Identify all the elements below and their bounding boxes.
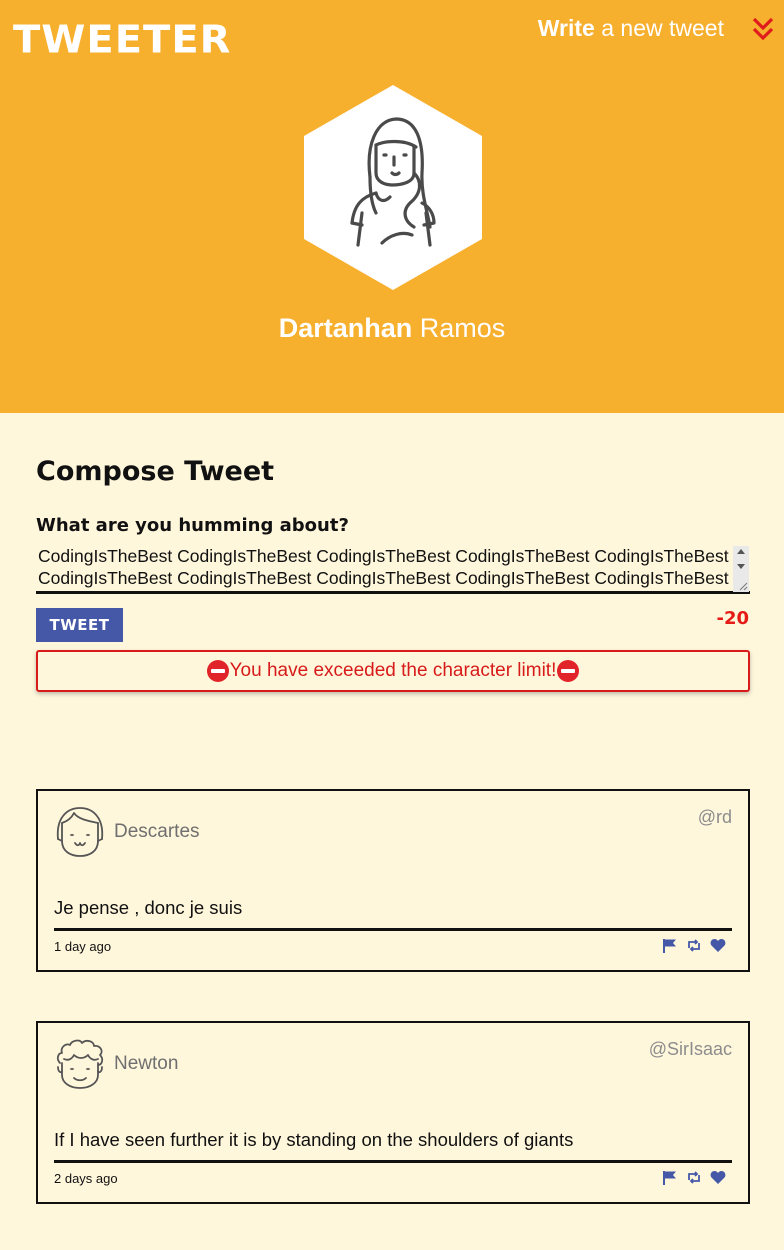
- no-entry-icon: [206, 660, 229, 682]
- tweet-author-handle: @SirIsaac: [648, 1039, 732, 1059]
- curly-hair-avatar-icon: [56, 1039, 104, 1089]
- resize-grip-icon[interactable]: [738, 581, 748, 591]
- tweet-author-name: Newton: [114, 1053, 179, 1074]
- double-chevron-down-icon[interactable]: [752, 16, 774, 42]
- retweet-icon[interactable]: [686, 938, 702, 953]
- profile-first-name: Dartanhan: [278, 313, 413, 343]
- scroll-down-arrow-icon[interactable]: [737, 564, 745, 569]
- tweet-actions: [662, 938, 726, 953]
- tweet-timestamp: 2 days ago: [54, 1171, 118, 1186]
- write-new-tweet-link[interactable]: Write a new tweet: [538, 14, 724, 42]
- tweet-text: Je pense , donc je suis: [54, 897, 243, 918]
- woman-avatar-icon: [304, 85, 482, 290]
- tweet-divider: [54, 1160, 732, 1163]
- app-logo[interactable]: TWEETER: [13, 19, 231, 61]
- error-message: You have exceeded the character limit!: [36, 650, 750, 692]
- tweet-card: Newton @SirIsaac If I have seen further …: [36, 1021, 750, 1204]
- profile-last-name: Ramos: [412, 313, 506, 343]
- retweet-icon[interactable]: [686, 1170, 702, 1185]
- tweet-text: If I have seen further it is by standing…: [54, 1129, 574, 1150]
- tweet-author-name: Descartes: [114, 821, 200, 842]
- textarea-scrollbar[interactable]: [733, 546, 749, 592]
- flag-icon[interactable]: [662, 938, 678, 953]
- profile-name: Dartanhan Ramos: [0, 313, 784, 344]
- tweet-timestamp: 1 day ago: [54, 939, 112, 954]
- no-entry-icon: [557, 660, 580, 682]
- character-counter: -20: [716, 608, 749, 629]
- scroll-up-arrow-icon[interactable]: [737, 549, 745, 554]
- write-link-bold: Write: [537, 15, 595, 41]
- compose-label: What are you humming about?: [36, 515, 349, 536]
- write-link-rest: a new tweet: [594, 15, 724, 41]
- tweet-actions: [662, 1170, 726, 1185]
- tweet-card: Descartes @rd Je pense , donc je suis 1 …: [36, 789, 750, 972]
- profile-header: TWEETER Write a new tweet Dartanhan Ramo…: [0, 0, 784, 413]
- tweet-author-handle: @rd: [697, 807, 732, 827]
- heart-icon[interactable]: [710, 938, 726, 953]
- tweet-button[interactable]: TWEET: [36, 608, 123, 642]
- flag-icon[interactable]: [662, 1170, 678, 1185]
- tweet-divider: [54, 928, 732, 931]
- error-text: You have exceeded the character limit!: [229, 660, 557, 681]
- tweet-textarea[interactable]: [36, 544, 750, 594]
- compose-title: Compose Tweet: [36, 456, 275, 487]
- heart-icon[interactable]: [710, 1170, 726, 1185]
- girl-avatar-icon: [56, 807, 104, 857]
